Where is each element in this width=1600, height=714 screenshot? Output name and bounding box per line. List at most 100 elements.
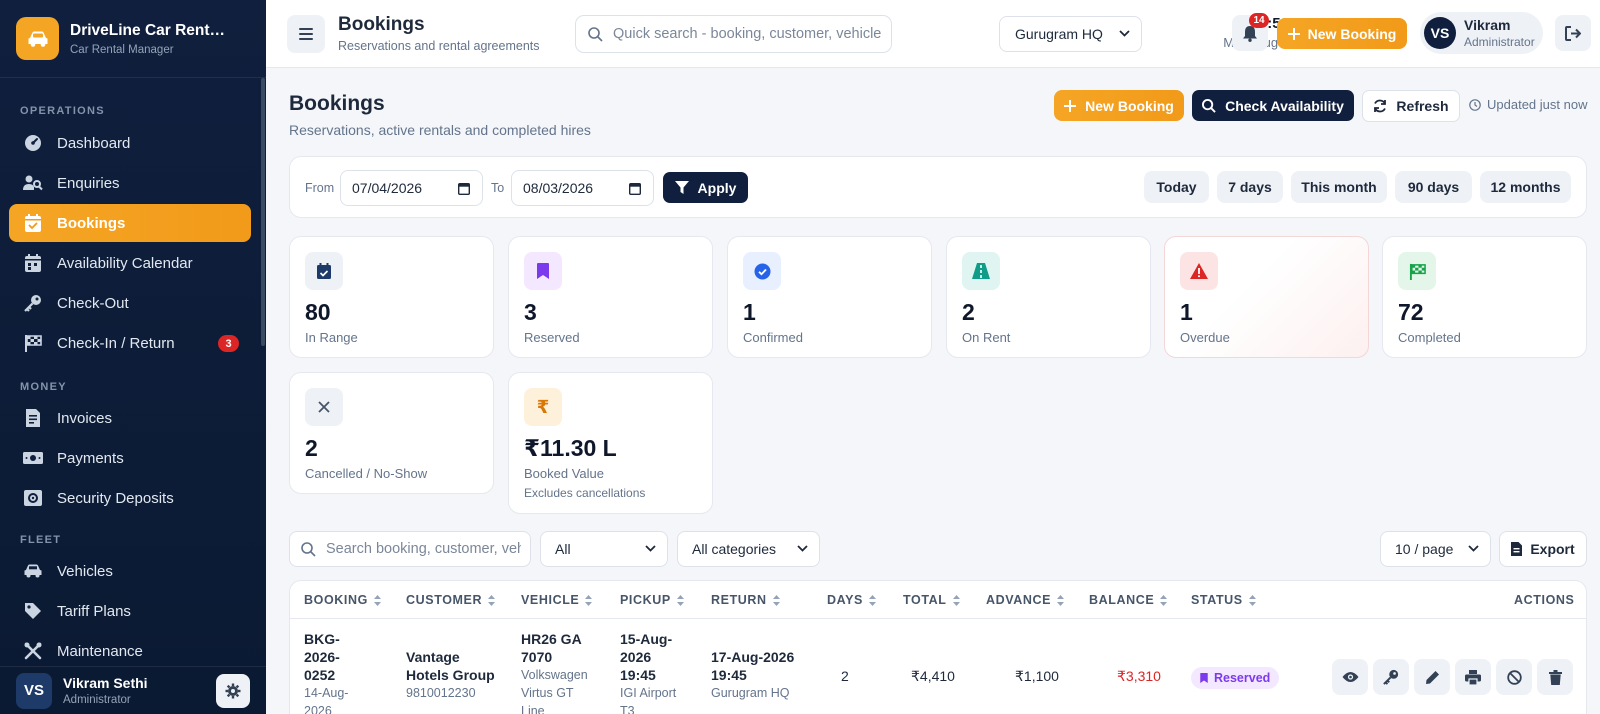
preset-this-month-button[interactable]: This month	[1291, 171, 1387, 203]
sidebar-item-check-out[interactable]: Check-Out	[9, 284, 251, 322]
stat-card-booked-value[interactable]: ₹ ₹11.30 L Booked Value Excludes cancell…	[508, 372, 713, 514]
sort-icon	[868, 594, 876, 606]
column-header-booking[interactable]: BOOKING	[304, 593, 381, 607]
sidebar-item-tariff-plans[interactable]: Tariff Plans	[9, 592, 251, 630]
preset-12-months-button[interactable]: 12 months	[1480, 171, 1571, 203]
user-menu[interactable]: VS Vikram Administrator	[1420, 12, 1543, 54]
sidebar-item-check-in-return[interactable]: Check-In / Return 3	[9, 324, 251, 362]
stat-card-in-range[interactable]: 80 In Range	[289, 236, 494, 358]
page-size-select[interactable]: 10 / page	[1380, 531, 1491, 567]
stat-label: Reserved	[524, 330, 580, 345]
cell-vehicle: HR26 GA 7070 Volkswagen Virtus GT Line	[521, 631, 588, 714]
calendar-check-icon	[23, 213, 43, 233]
user-role: Administrator	[1464, 35, 1535, 49]
table-search	[289, 531, 531, 567]
calendar-check-icon	[305, 252, 343, 290]
view-button[interactable]	[1332, 659, 1368, 695]
cell-return: 17-Aug-2026 19:45 Gurugram HQ	[711, 649, 795, 700]
from-date-input[interactable]: 07/04/2026	[340, 170, 483, 206]
sort-icon	[1160, 594, 1168, 606]
column-header-customer[interactable]: CUSTOMER	[406, 593, 496, 607]
stat-value: 80	[305, 299, 331, 325]
calendar-icon	[23, 253, 43, 273]
stat-card-reserved[interactable]: 3 Reserved	[508, 236, 713, 358]
preset-90-days-button[interactable]: 90 days	[1395, 171, 1472, 203]
key-icon	[23, 293, 43, 313]
stat-card-overdue[interactable]: 1 Overdue	[1164, 236, 1369, 358]
stat-label: In Range	[305, 330, 358, 345]
stat-label: Confirmed	[743, 330, 803, 345]
column-header-balance[interactable]: BALANCE	[1089, 593, 1168, 607]
column-header-return[interactable]: RETURN	[711, 593, 780, 607]
avatar: VS	[16, 672, 52, 709]
apply-filter-button[interactable]: Apply	[663, 172, 748, 203]
column-header-advance[interactable]: ADVANCE	[986, 593, 1065, 607]
print-button[interactable]	[1455, 659, 1491, 695]
column-header-days[interactable]: DAYS	[827, 593, 876, 607]
brand-subtitle: Car Rental Manager	[70, 43, 174, 56]
check-circle-icon	[743, 252, 781, 290]
sidebar-item-label: Invoices	[57, 409, 113, 427]
cell-pickup: 15-Aug- 2026 19:45 IGI Airport T3	[620, 631, 677, 714]
preset-today-button[interactable]: Today	[1144, 171, 1209, 203]
sidebar-item-availability-calendar[interactable]: Availability Calendar	[9, 244, 251, 282]
cancel-booking-button[interactable]	[1496, 659, 1532, 695]
notification-count-badge: 14	[1249, 13, 1269, 28]
page-new-booking-button[interactable]: New Booking	[1054, 90, 1184, 121]
refresh-icon	[1374, 99, 1387, 113]
export-button[interactable]: Export	[1499, 531, 1587, 567]
sidebar-item-invoices[interactable]: Invoices	[9, 399, 251, 437]
search-icon	[588, 26, 603, 42]
car-logo-icon	[16, 17, 59, 60]
preset-7-days-button[interactable]: 7 days	[1217, 171, 1283, 203]
column-header-vehicle[interactable]: VEHICLE	[521, 593, 593, 607]
sidebar-item-label: Tariff Plans	[57, 602, 131, 620]
bookings-table: BOOKING CUSTOMER VEHICLE PICKUP RETURN D…	[289, 580, 1587, 714]
stat-card-cancelled[interactable]: 2 Cancelled / No-Show	[289, 372, 494, 494]
status-filter-select[interactable]: All	[540, 531, 668, 567]
sidebar-item-label: Security Deposits	[57, 489, 174, 507]
logout-button[interactable]	[1555, 15, 1591, 51]
category-filter-select[interactable]: All categories	[677, 531, 820, 567]
sidebar-item-label: Vehicles	[57, 562, 113, 580]
ban-icon	[1506, 669, 1522, 685]
sidebar-item-dashboard[interactable]: Dashboard	[9, 124, 251, 162]
last-updated-text: Updated just now	[1487, 97, 1588, 112]
column-header-status[interactable]: STATUS	[1191, 593, 1256, 607]
stat-card-confirmed[interactable]: 1 Confirmed	[727, 236, 932, 358]
sidebar-item-vehicles[interactable]: Vehicles	[9, 552, 251, 590]
refresh-button[interactable]: Refresh	[1362, 90, 1460, 122]
stat-card-on-rent[interactable]: 2 On Rent	[946, 236, 1151, 358]
cell-booking[interactable]: BKG- 2026- 0252 14-Aug- 2026	[304, 630, 348, 714]
section-label-fleet: FLEET	[20, 534, 62, 546]
sidebar-item-security-deposits[interactable]: Security Deposits	[9, 479, 251, 517]
to-date-input[interactable]: 08/03/2026	[511, 170, 654, 206]
new-booking-button[interactable]: New Booking	[1277, 18, 1407, 49]
to-date-value: 08/03/2026	[523, 180, 594, 196]
check-availability-button[interactable]: Check Availability	[1192, 90, 1354, 121]
sidebar-scrollbar[interactable]	[261, 78, 265, 346]
stat-label: Overdue	[1180, 330, 1230, 345]
sort-icon	[373, 594, 381, 606]
delete-button[interactable]	[1537, 659, 1573, 695]
menu-toggle-button[interactable]	[287, 15, 325, 53]
column-header-actions: ACTIONS	[1514, 593, 1575, 607]
last-updated: Updated just now	[1469, 97, 1587, 112]
quick-search-input[interactable]	[613, 26, 883, 42]
sidebar: DriveLine Car Rent… Car Rental Manager O…	[0, 0, 266, 714]
gear-icon	[225, 683, 241, 699]
settings-button[interactable]	[216, 674, 250, 708]
sidebar-item-enquiries[interactable]: Enquiries	[9, 164, 251, 202]
flag-checkered-icon	[23, 333, 43, 353]
table-search-input[interactable]	[326, 541, 521, 557]
sidebar-item-bookings[interactable]: Bookings	[9, 204, 251, 242]
sidebar-item-maintenance[interactable]: Maintenance	[9, 632, 251, 670]
export-label: Export	[1530, 541, 1575, 557]
sidebar-item-payments[interactable]: Payments	[9, 439, 251, 477]
stat-card-completed[interactable]: 72 Completed	[1382, 236, 1587, 358]
check-out-button[interactable]	[1373, 659, 1409, 695]
column-header-total[interactable]: TOTAL	[903, 593, 960, 607]
column-header-pickup[interactable]: PICKUP	[620, 593, 684, 607]
edit-button[interactable]	[1414, 659, 1450, 695]
stat-label: On Rent	[962, 330, 1011, 345]
